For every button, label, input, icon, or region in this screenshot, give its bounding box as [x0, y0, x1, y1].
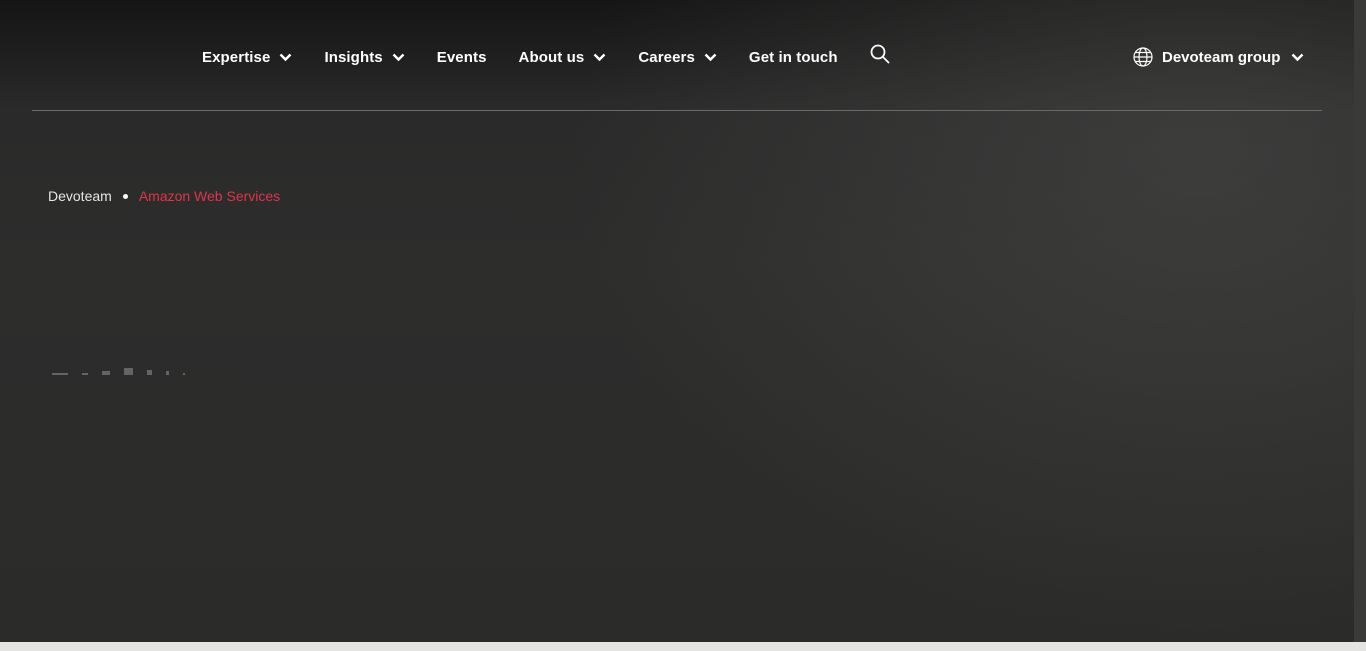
- header-divider: [32, 110, 1322, 111]
- nav-item-label: Get in touch: [748, 48, 838, 66]
- breadcrumb-separator: [122, 193, 128, 199]
- breadcrumb-current: Amazon Web Services: [138, 188, 281, 204]
- nav-item-careers[interactable]: Careers: [638, 49, 717, 66]
- breadcrumb-home-link[interactable]: Devoteam: [48, 188, 112, 204]
- chevron-down-icon: [279, 53, 292, 62]
- nav-item-about-us[interactable]: About us: [519, 49, 607, 66]
- search-icon[interactable]: [870, 44, 890, 64]
- loading-title-placeholder: [52, 368, 185, 375]
- nav-item-label: About us: [518, 48, 585, 66]
- chevron-down-icon: [392, 53, 405, 62]
- nav-item-events[interactable]: Events: [437, 49, 487, 66]
- chevron-down-icon: [704, 53, 717, 62]
- chevron-down-icon: [593, 53, 606, 62]
- nav-item-label: Insights: [324, 48, 383, 66]
- nav-item-get-in-touch[interactable]: Get in touch: [749, 49, 838, 66]
- breadcrumb: Devoteam Amazon Web Services: [48, 188, 280, 204]
- nav-item-label: Events: [436, 48, 487, 66]
- nav-item-label: Careers: [638, 48, 695, 66]
- nav-item-label: Expertise: [202, 48, 271, 66]
- globe-icon: [1133, 47, 1153, 67]
- hero-section: Expertise Insights Events About us Caree…: [0, 0, 1354, 642]
- group-selector-label: Devoteam group: [1162, 48, 1281, 66]
- group-selector[interactable]: Devoteam group: [1133, 44, 1304, 70]
- footer-strip: [0, 642, 1366, 651]
- chevron-down-icon: [1291, 53, 1304, 62]
- scrollbar[interactable]: [1354, 0, 1366, 642]
- main-nav: Expertise Insights Events About us Caree…: [202, 44, 890, 70]
- nav-item-insights[interactable]: Insights: [324, 48, 405, 66]
- nav-item-expertise[interactable]: Expertise: [202, 49, 292, 66]
